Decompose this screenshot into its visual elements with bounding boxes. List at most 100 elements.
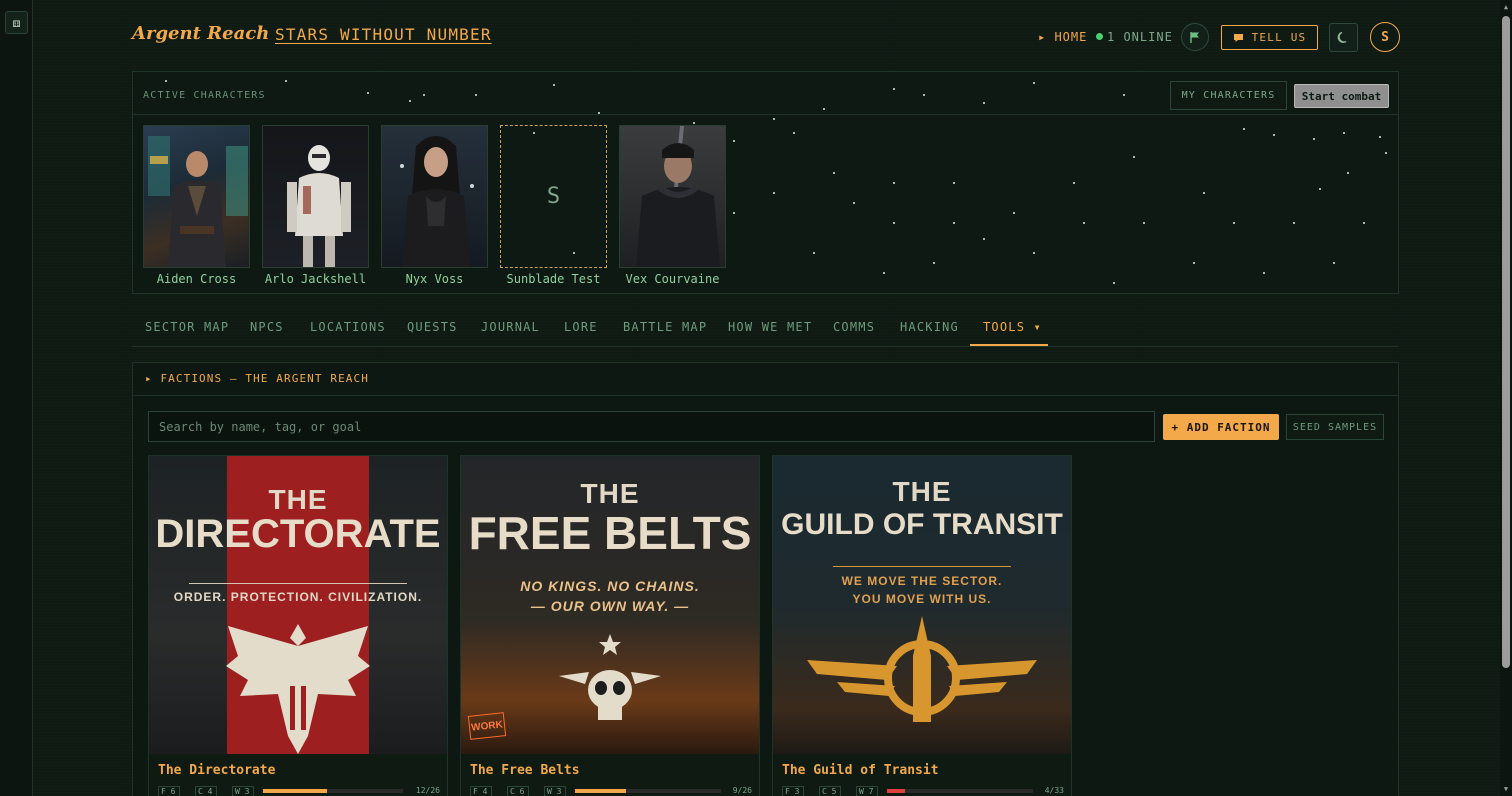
- character-portrait[interactable]: [262, 125, 369, 268]
- faction-stats: F 3 C 5 W 7 4/33: [782, 786, 1064, 796]
- star-dot: [1379, 136, 1381, 138]
- star-dot: [1263, 272, 1265, 274]
- star-dot: [933, 262, 935, 264]
- star-dot: [983, 238, 985, 240]
- flag-button[interactable]: [1181, 23, 1209, 51]
- poster-motto-text: ORDER. PROTECTION. CIVILIZATION.: [173, 590, 423, 604]
- star-dot: [1273, 134, 1275, 136]
- force-stat: F 3: [782, 786, 804, 796]
- faction-name: The Guild of Transit: [782, 763, 939, 778]
- tab-journal[interactable]: JOURNAL: [481, 320, 540, 334]
- character-card[interactable]: Aiden Cross: [143, 125, 250, 286]
- seed-samples-button[interactable]: SEED SAMPLES: [1286, 414, 1384, 440]
- faction-card[interactable]: THE GUILD OF TRANSIT WE MOVE THE SECTOR.…: [772, 455, 1072, 796]
- hp-bar-fill: [887, 789, 905, 793]
- scroll-thumb[interactable]: [1502, 16, 1510, 668]
- star-dot: [853, 202, 855, 204]
- force-stat: F 4: [470, 786, 492, 796]
- hp-count: 12/26: [415, 786, 440, 795]
- star-dot: [1113, 282, 1115, 284]
- character-card[interactable]: Nyx Voss: [381, 125, 488, 286]
- poster-rule: [833, 566, 1011, 567]
- active-tab-indicator: [970, 344, 1048, 346]
- character-portrait[interactable]: [619, 125, 726, 268]
- brand-title[interactable]: Argent Reach: [132, 23, 269, 44]
- poster-title-text: GUILD OF TRANSIT: [781, 508, 1063, 541]
- portrait-art: [400, 136, 474, 267]
- tab-comms[interactable]: COMMS: [833, 320, 875, 334]
- star-dot: [833, 172, 835, 174]
- star-dot: [893, 88, 895, 90]
- my-characters-button[interactable]: MY CHARACTERS: [1170, 81, 1287, 110]
- star-dot: [409, 100, 411, 102]
- star-dot: [773, 118, 775, 120]
- theme-toggle-button[interactable]: [1329, 23, 1358, 52]
- scroll-up-icon[interactable]: ▲: [1502, 3, 1510, 11]
- character-card[interactable]: Vex Courvaine: [619, 125, 726, 286]
- main-tabs: SECTOR MAP NPCS LOCATIONS QUESTS JOURNAL…: [132, 312, 1399, 347]
- character-portrait[interactable]: [143, 125, 250, 268]
- scrollbar[interactable]: ▲ ▼: [1500, 0, 1512, 796]
- star-dot: [1243, 128, 1245, 130]
- user-avatar[interactable]: S: [1370, 22, 1400, 52]
- faction-poster: THE FREE BELTS NO KINGS. NO CHAINS. — OU…: [461, 456, 759, 754]
- faction-search-input[interactable]: [148, 411, 1155, 442]
- add-faction-button[interactable]: + ADD FACTION: [1163, 414, 1279, 440]
- start-combat-button[interactable]: Start combat: [1294, 84, 1389, 108]
- star-dot: [1143, 222, 1145, 224]
- character-portrait[interactable]: [381, 125, 488, 268]
- wealth-stat: W 3: [232, 786, 254, 796]
- tab-battle-map[interactable]: BATTLE MAP: [623, 320, 707, 334]
- header: Argent Reach · STARS WITHOUT NUMBER ▸ HO…: [132, 22, 1400, 52]
- star-dot: [1333, 262, 1335, 264]
- tell-us-button[interactable]: TELL US: [1221, 25, 1318, 50]
- star-dot: [1347, 172, 1349, 174]
- faction-stats: F 4 C 6 W 3 9/26: [470, 786, 752, 796]
- star-dot: [423, 94, 425, 96]
- star-dot: [883, 272, 885, 274]
- tab-lore[interactable]: LORE: [564, 320, 598, 334]
- tab-locations[interactable]: LOCATIONS: [310, 320, 386, 334]
- character-name: Nyx Voss: [405, 272, 464, 286]
- campaign-link[interactable]: STARS WITHOUT NUMBER: [275, 25, 492, 44]
- star-dot: [823, 108, 825, 110]
- brand-separator: ·: [261, 28, 268, 41]
- star-dot: [693, 122, 695, 124]
- tab-sector-map[interactable]: SECTOR MAP: [145, 320, 229, 334]
- factions-heading[interactable]: ▸ FACTIONS — THE ARGENT REACH: [133, 363, 1398, 396]
- character-name: Vex Courvaine: [625, 272, 720, 286]
- character-portrait-placeholder[interactable]: S: [500, 125, 607, 268]
- online-count: 1 ONLINE: [1107, 30, 1173, 44]
- cunning-stat: C 6: [507, 786, 529, 796]
- character-card[interactable]: Arlo Jackshell: [262, 125, 369, 286]
- poster-motto-secondary-text: YOU MOVE WITH US.: [852, 592, 992, 606]
- online-status: 1 ONLINE: [1096, 30, 1173, 44]
- scroll-down-icon[interactable]: ▼: [1502, 785, 1510, 793]
- tab-hacking[interactable]: HACKING: [900, 320, 959, 334]
- star-dot: [1013, 212, 1015, 214]
- poster-motto-secondary-text: — OUR OWN WAY. —: [530, 598, 690, 614]
- star-dot: [1193, 262, 1195, 264]
- star-dot: [1363, 222, 1365, 224]
- tab-npcs[interactable]: NPCS: [250, 320, 284, 334]
- tab-how-we-met[interactable]: HOW WE MET: [728, 320, 812, 334]
- hp-bar: [263, 789, 403, 793]
- character-name: Sunblade Test: [506, 272, 601, 286]
- star-dot: [1293, 222, 1295, 224]
- character-card[interactable]: S Sunblade Test: [500, 125, 607, 286]
- faction-card[interactable]: THE FREE BELTS NO KINGS. NO CHAINS. — OU…: [460, 455, 760, 796]
- star-dot: [1343, 132, 1345, 134]
- character-name: Aiden Cross: [156, 272, 237, 286]
- star-dot: [953, 222, 955, 224]
- faction-card[interactable]: THE DIRECTORATE ORDER. PROTECTION. CIVIL…: [148, 455, 448, 796]
- star-dot: [475, 94, 477, 96]
- star-dot: [923, 94, 925, 96]
- dice-icon[interactable]: ⚅: [5, 11, 28, 34]
- tab-quests[interactable]: QUESTS: [407, 320, 458, 334]
- home-link[interactable]: ▸ HOME: [1038, 30, 1087, 44]
- chat-bubble-icon: [1233, 33, 1243, 42]
- star-dot: [285, 80, 287, 82]
- winged-rocket-emblem-icon: [807, 616, 1037, 722]
- tab-tools[interactable]: TOOLS ▾: [983, 320, 1042, 334]
- star-dot: [773, 192, 775, 194]
